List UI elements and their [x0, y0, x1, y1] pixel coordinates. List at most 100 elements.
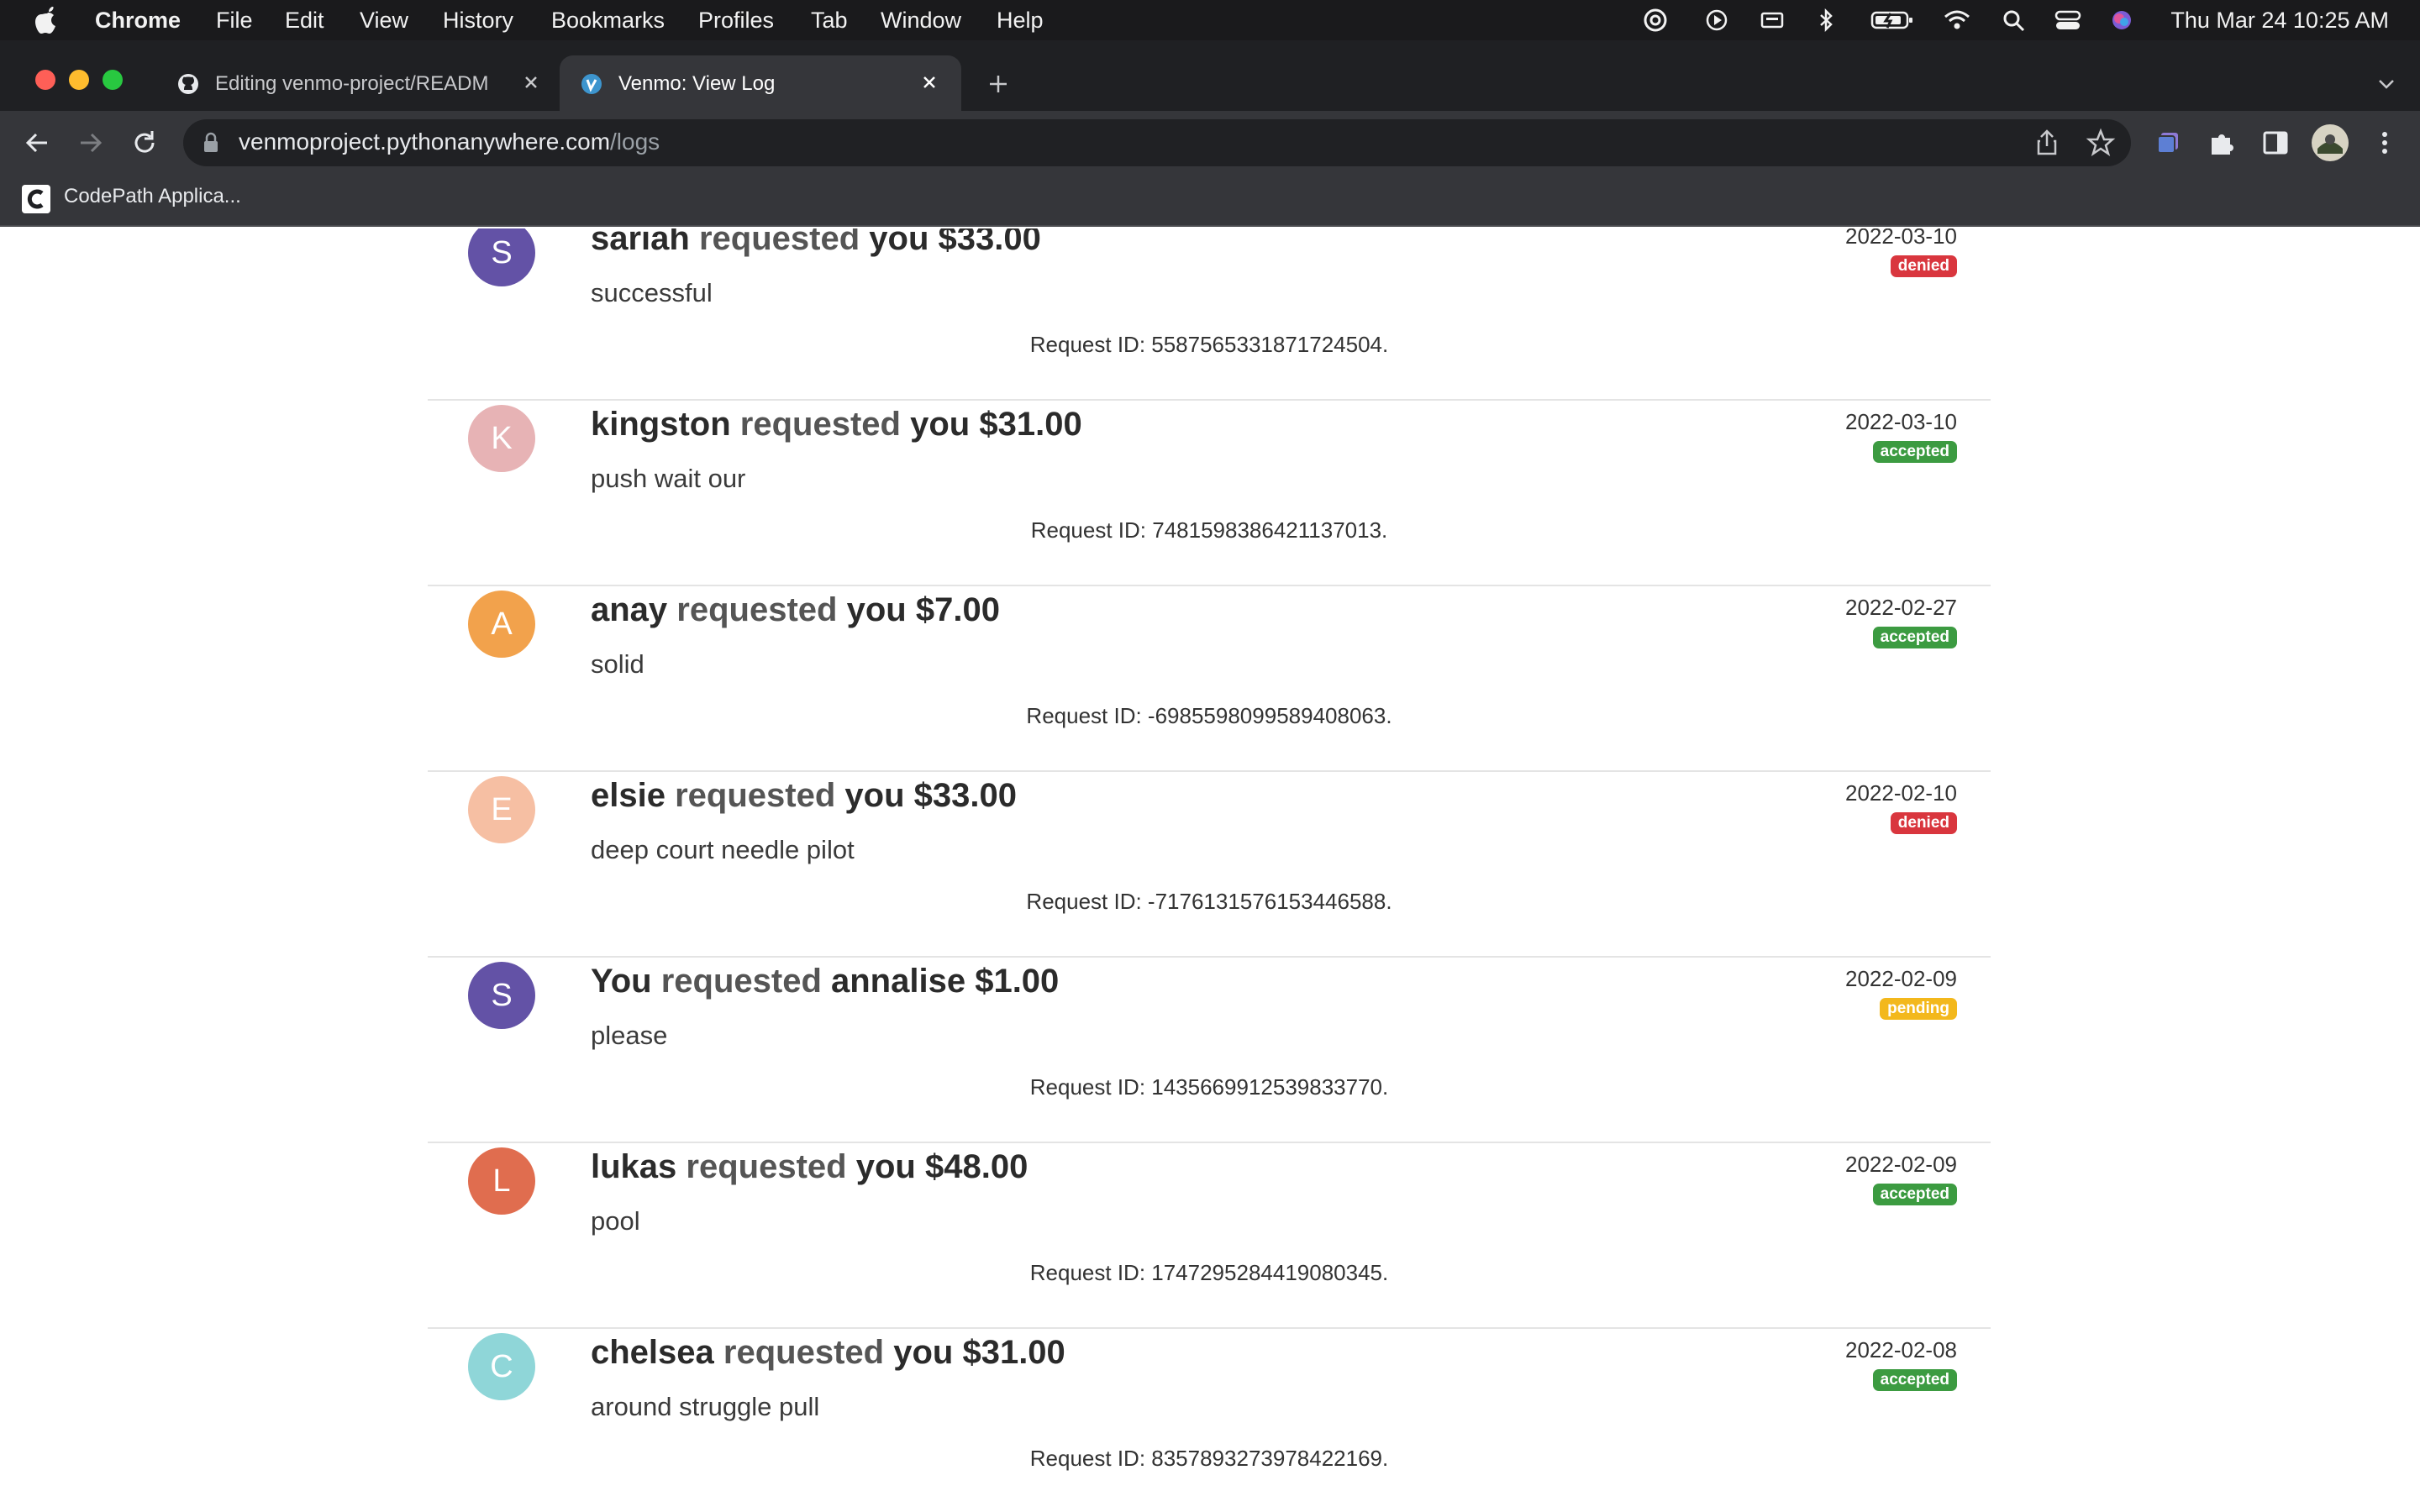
profile-avatar-icon[interactable] [2311, 123, 2349, 162]
log-entry[interactable]: Aanay requested you $7.00 solid Request ID… [428, 586, 1991, 772]
log-entry-headline: lukas requested you $48.00 [591, 1148, 1028, 1186]
target-name: you [846, 591, 907, 628]
log-entry[interactable]: Kkingston requested you $31.00 push wait … [428, 401, 1991, 586]
play-icon[interactable] [1704, 8, 1729, 32]
request-note: around struggle pull [591, 1392, 820, 1421]
request-note: please [591, 1021, 668, 1050]
creative-cloud-icon[interactable] [1640, 8, 1670, 32]
github-icon [178, 74, 198, 94]
menu-bookmarks[interactable]: Bookmarks [551, 8, 665, 34]
status-badge: accepted [1872, 1184, 1957, 1205]
bookmark-label: CodePath Applica... [64, 185, 241, 207]
avatar: L [468, 1147, 535, 1215]
amount: $33.00 [938, 228, 1041, 257]
bookmark-star-icon[interactable] [2084, 126, 2118, 160]
tab-title: Editing venmo-project/READM [215, 72, 489, 95]
request-note: solid [591, 649, 644, 679]
wifi-icon[interactable] [1943, 8, 1971, 32]
action-verb: requested [676, 591, 838, 628]
amount: $31.00 [962, 1334, 1065, 1371]
menu-window[interactable]: Window [881, 8, 961, 34]
codepath-icon [22, 185, 50, 213]
actor-name: sariah [591, 228, 690, 257]
close-tab-icon[interactable] [914, 67, 944, 97]
amount: $33.00 [913, 777, 1017, 814]
actor-name: lukas [591, 1148, 677, 1185]
status-badge: accepted [1872, 441, 1957, 463]
log-entry[interactable]: Cchelsea requested you $31.00 around stru… [428, 1329, 1991, 1512]
tab-venmo-view-log[interactable]: Venmo: View Log [560, 55, 961, 111]
menu-tab[interactable]: Tab [811, 8, 848, 34]
action-verb: requested [739, 406, 901, 443]
amount: $1.00 [975, 963, 1060, 1000]
extension-stack-icon[interactable] [2151, 126, 2185, 160]
target-name: annalise [831, 963, 966, 1000]
keyboard-icon[interactable] [1760, 8, 1785, 32]
request-date: 2022-02-10 [1845, 780, 1957, 806]
log-entry[interactable]: Ssariah requested you $33.00 successful Re… [428, 228, 1991, 401]
menu-edit[interactable]: Edit [285, 8, 324, 34]
request-date: 2022-03-10 [1845, 409, 1957, 434]
back-arrow-icon[interactable] [20, 126, 54, 160]
menu-history[interactable]: History [443, 8, 513, 34]
extensions-puzzle-icon[interactable] [2205, 126, 2238, 160]
action-verb: requested [698, 228, 860, 257]
log-entry-headline: sariah requested you $33.00 [591, 228, 1041, 258]
window-close-button[interactable] [35, 70, 55, 90]
actor-name: elsie [591, 777, 666, 814]
log-entry[interactable]: Eelsie requested you $33.00 deep court ne… [428, 772, 1991, 958]
status-badge: accepted [1872, 627, 1957, 648]
macos-menu-bar: Chrome File Edit View History Bookmarks … [0, 0, 2420, 40]
address-bar-url[interactable]: venmoproject.pythonanywhere.com/logs [239, 129, 660, 155]
avatar: C [468, 1333, 535, 1400]
status-badge: denied [1890, 812, 1957, 834]
battery-icon[interactable] [1870, 8, 1914, 32]
request-id: Request ID: 1435669912539833770. [1029, 1074, 1389, 1100]
request-id: Request ID: 8357893273978422169. [1029, 1446, 1389, 1471]
log-entry[interactable]: S You requested annalise $1.00 please Reque… [428, 958, 1991, 1143]
menubar-clock[interactable]: Thu Mar 24 10:25 AM [2170, 8, 2389, 34]
menu-file[interactable]: File [216, 8, 253, 34]
target-name: you [910, 406, 971, 443]
avatar: A [468, 591, 535, 658]
share-icon[interactable] [2030, 126, 2064, 160]
menu-profiles[interactable]: Profiles [698, 8, 774, 34]
url-path: /logs [610, 129, 660, 155]
request-note: pool [591, 1206, 640, 1236]
siri-icon[interactable] [2109, 8, 2134, 32]
tab-title: Venmo: View Log [618, 72, 776, 95]
request-date: 2022-02-27 [1845, 595, 1957, 620]
action-verb: requested [660, 963, 822, 1000]
target-name: you [869, 228, 929, 257]
request-note: successful [591, 278, 713, 307]
lock-icon[interactable] [202, 132, 220, 154]
side-panel-icon[interactable] [2259, 126, 2292, 160]
request-id: Request ID: 1747295284419080345. [1029, 1260, 1389, 1285]
chrome-menu-kebab-icon[interactable] [2368, 126, 2402, 160]
request-note: deep court needle pilot [591, 835, 855, 864]
venmo-icon [581, 74, 602, 94]
log-entry-headline: anay requested you $7.00 [591, 591, 1000, 629]
request-date: 2022-03-10 [1845, 228, 1957, 249]
close-tab-icon[interactable] [516, 67, 546, 97]
menu-view[interactable]: View [360, 8, 408, 34]
apple-logo-icon[interactable] [34, 5, 60, 35]
log-entry-headline: elsie requested you $33.00 [591, 777, 1017, 815]
window-zoom-button[interactable] [103, 70, 123, 90]
menu-app-name[interactable]: Chrome [95, 8, 181, 34]
tab-github-readme[interactable]: Editing venmo-project/READM [156, 55, 560, 111]
avatar: E [468, 776, 535, 843]
bluetooth-icon[interactable] [1817, 8, 1835, 33]
control-center-icon[interactable] [2054, 8, 2082, 32]
action-verb: requested [686, 1148, 847, 1185]
spotlight-search-icon[interactable] [2002, 8, 2027, 32]
new-tab-icon[interactable] [983, 69, 1013, 99]
request-id: Request ID: -6985598099589408063. [1026, 703, 1392, 728]
tab-search-chevron-icon[interactable] [2371, 69, 2402, 99]
forward-arrow-icon[interactable] [74, 126, 108, 160]
log-entry[interactable]: Llukas requested you $48.00 pool Request I… [428, 1143, 1991, 1329]
window-minimize-button[interactable] [69, 70, 89, 90]
reload-icon[interactable] [128, 126, 161, 160]
menu-help[interactable]: Help [997, 8, 1044, 34]
amount: $31.00 [979, 406, 1082, 443]
